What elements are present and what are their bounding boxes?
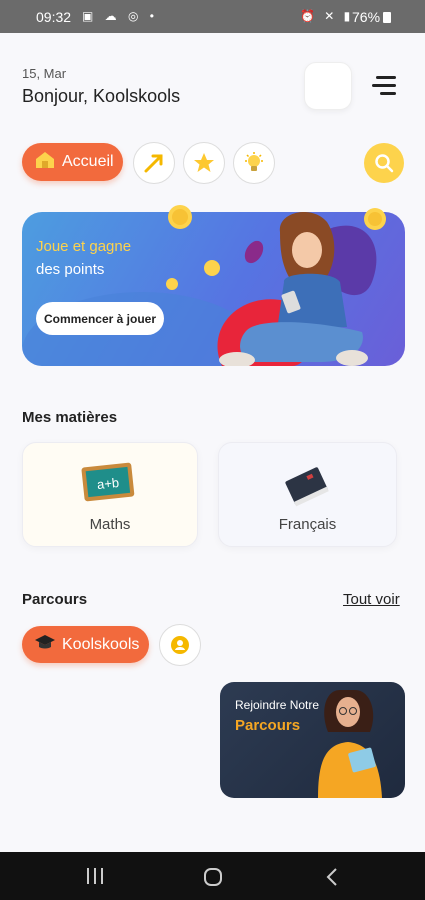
subject-label: Français <box>278 516 337 533</box>
graduation-cap-icon <box>34 633 56 656</box>
status-bar: 09:32 ▣ ☁ ◎ • ⏰ ✕ ▮ 76% <box>0 0 425 33</box>
battery-level: 76% <box>352 9 381 25</box>
search-button[interactable] <box>364 143 404 183</box>
search-icon <box>375 154 394 173</box>
subject-card-francais[interactable]: Français <box>218 442 397 547</box>
avatar[interactable] <box>304 62 352 110</box>
banner-title: Joue et gagne <box>36 238 132 255</box>
greeting: Bonjour, Koolskools <box>22 86 181 106</box>
chip-label: Koolskools <box>62 635 140 653</box>
home-nav-icon[interactable] <box>203 867 223 887</box>
koolskools-chip[interactable]: Koolskools <box>22 626 149 663</box>
user-icon <box>171 636 189 654</box>
system-nav-bar <box>0 852 425 900</box>
home-icon <box>34 150 56 175</box>
coin-icon <box>364 208 386 230</box>
coin-icon <box>168 205 192 229</box>
user-filter-button[interactable] <box>159 624 201 666</box>
promo-line-1: Rejoindre Notre <box>235 698 320 712</box>
see-all-link[interactable]: Tout voir <box>343 591 400 608</box>
chalkboard-text: a+b <box>96 475 120 492</box>
lightbulb-icon <box>245 152 263 171</box>
subject-card-maths[interactable]: a+b Maths <box>22 442 198 547</box>
recents-icon[interactable] <box>86 868 104 884</box>
menu-icon[interactable] <box>372 76 396 96</box>
progress-button[interactable] <box>133 142 175 184</box>
banner-subtitle: des points <box>36 261 105 278</box>
banner-illustration <box>22 212 377 366</box>
promo-line-2: Parcours <box>235 717 301 734</box>
parcours-title: Parcours <box>22 591 88 608</box>
star-icon <box>194 153 214 172</box>
subject-label: Maths <box>89 516 131 533</box>
system-icons: ⏰ ✕ ▮ <box>300 9 354 23</box>
subjects-title: Mes matières <box>22 409 118 426</box>
book-icon <box>285 467 329 507</box>
status-time: 09:32 <box>36 9 72 25</box>
ideas-button[interactable] <box>233 142 275 184</box>
chalkboard-icon: a+b <box>81 462 135 502</box>
battery-icon <box>383 12 392 23</box>
home-label: Accueil <box>62 153 114 170</box>
trend-arrow-icon <box>144 154 163 173</box>
home-button[interactable]: Accueil <box>22 143 123 181</box>
play-banner <box>22 212 405 366</box>
battery-indicator: 76% <box>352 9 392 25</box>
date-label: 15, Mar <box>22 66 67 81</box>
start-playing-button[interactable]: Commencer à jouer <box>36 302 164 335</box>
favorites-button[interactable] <box>183 142 225 184</box>
notification-icons: ▣ ☁ ◎ • <box>82 9 159 23</box>
back-icon[interactable] <box>325 867 339 887</box>
